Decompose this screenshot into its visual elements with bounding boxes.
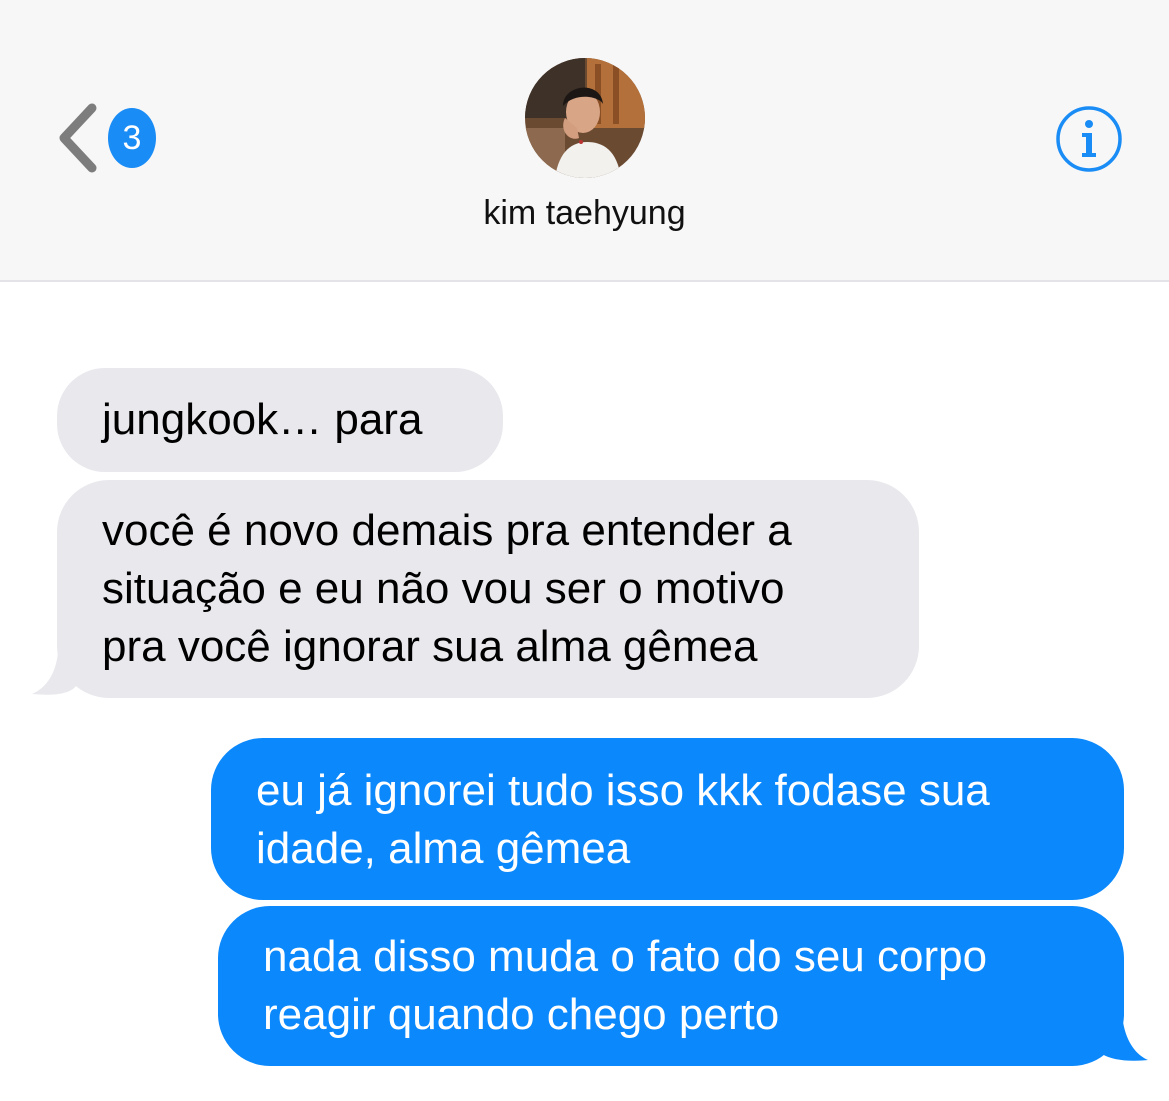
back-button[interactable]: 3 [52, 100, 156, 176]
received-bubble-tail [32, 652, 76, 695]
conversation-header: 3 kim taehyung [0, 0, 1169, 282]
avatar[interactable] [525, 58, 645, 178]
sent-message-bubble[interactable]: eu já ignorei tudo isso kkk fodase sua i… [211, 738, 1124, 900]
sent-message-bubble[interactable]: nada disso muda o fato do seu corpo reag… [218, 906, 1124, 1066]
avatar-photo [525, 58, 645, 178]
info-button[interactable] [1055, 105, 1123, 173]
received-message-bubble[interactable]: você é novo demais pra entender a situaç… [57, 480, 919, 698]
message-thread: jungkook… para você é novo demais pra en… [0, 282, 1169, 1101]
info-icon [1056, 106, 1122, 172]
contact-name[interactable]: kim taehyung [0, 194, 1169, 233]
sent-bubble-tail [1102, 1014, 1148, 1061]
received-message-bubble[interactable]: jungkook… para [57, 368, 503, 472]
unread-count-badge: 3 [108, 108, 156, 168]
chevron-left-icon [59, 103, 97, 173]
